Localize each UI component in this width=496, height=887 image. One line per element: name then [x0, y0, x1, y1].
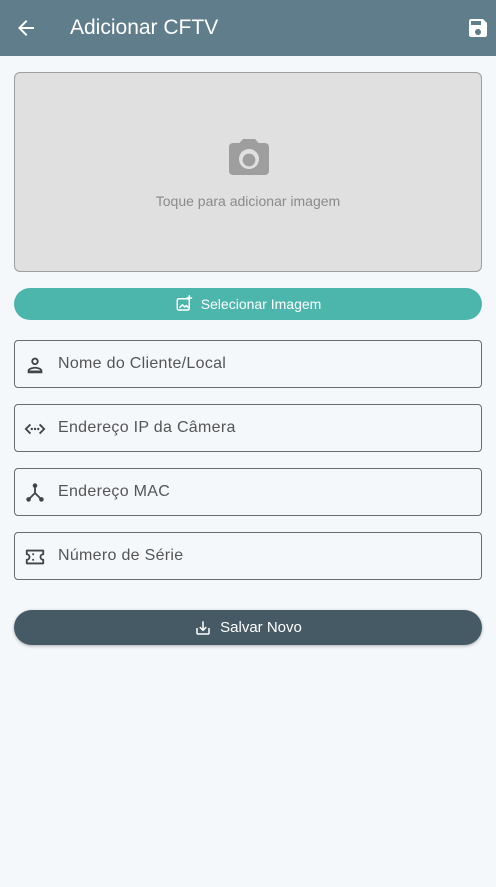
- mac-address-input[interactable]: [58, 469, 473, 515]
- mac-address-field: [14, 468, 482, 516]
- code-network-icon: [24, 418, 46, 440]
- hub-icon: [24, 482, 46, 504]
- image-picker-hint: Toque para adicionar imagem: [155, 193, 341, 209]
- download-icon: [194, 619, 212, 637]
- save-new-button[interactable]: Salvar Novo: [14, 610, 482, 645]
- page-title: Adicionar CFTV: [70, 16, 219, 39]
- floppy-save-icon[interactable]: [466, 16, 490, 40]
- save-new-label: Salvar Novo: [220, 619, 302, 636]
- image-picker[interactable]: Toque para adicionar imagem: [14, 72, 482, 272]
- ip-address-field: [14, 404, 482, 452]
- add-photo-icon: [175, 295, 193, 313]
- ticket-icon: [24, 546, 46, 568]
- select-image-button[interactable]: Selecionar Imagem: [14, 288, 482, 320]
- serial-number-input[interactable]: [58, 533, 473, 579]
- serial-number-field: [14, 532, 482, 580]
- camera-icon: [225, 135, 273, 183]
- client-name-field: [14, 340, 482, 388]
- person-icon: [24, 354, 46, 376]
- app-bar: Adicionar CFTV: [0, 0, 496, 56]
- arrow-back-icon[interactable]: [14, 16, 38, 40]
- client-name-input[interactable]: [58, 341, 473, 387]
- ip-address-input[interactable]: [58, 405, 473, 451]
- select-image-label: Selecionar Imagem: [200, 296, 322, 312]
